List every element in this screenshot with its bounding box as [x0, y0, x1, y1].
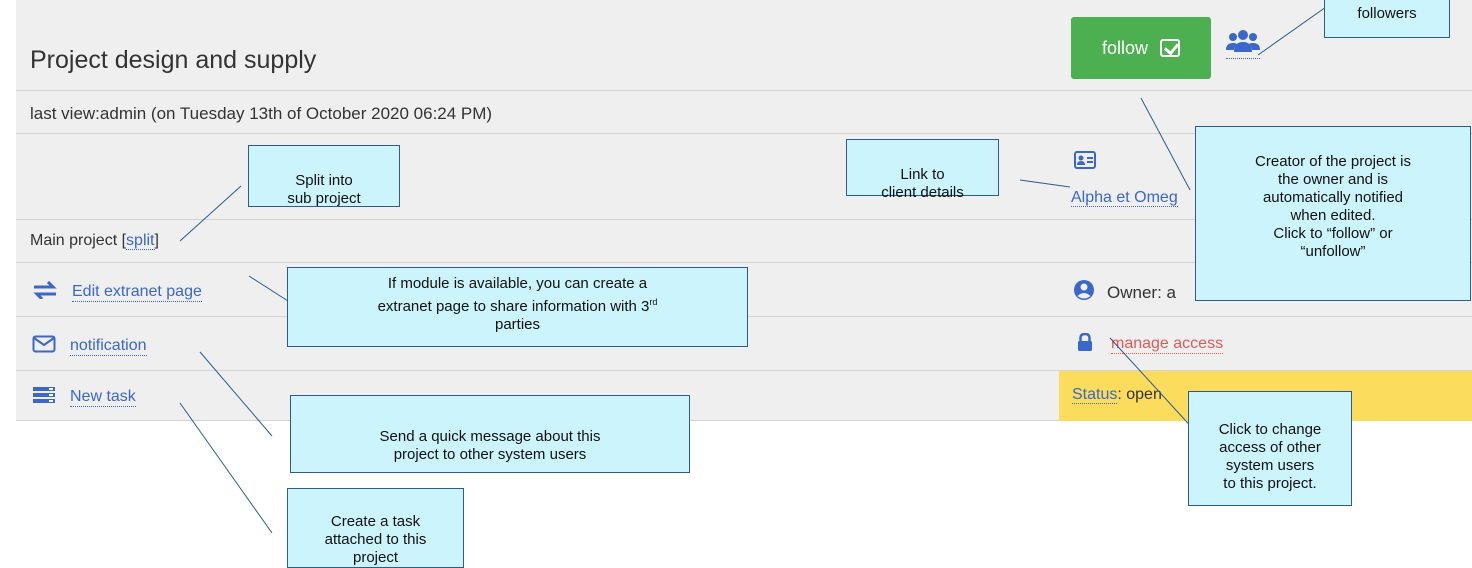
annotation-creator: Creator of the project is the owner and …: [1195, 126, 1471, 301]
annotation-extranet: If module is available, you can create a…: [287, 267, 748, 347]
annotation-followers: followers: [1324, 0, 1450, 38]
annotation-split: Split into sub project: [248, 145, 400, 207]
annotation-access: Click to change access of other system u…: [1188, 391, 1352, 506]
annotation-client: Link to client details: [846, 139, 999, 201]
annotation-notification: Send a quick message about this project …: [290, 395, 690, 473]
annotation-task: Create a task attached to this project: [287, 488, 464, 568]
